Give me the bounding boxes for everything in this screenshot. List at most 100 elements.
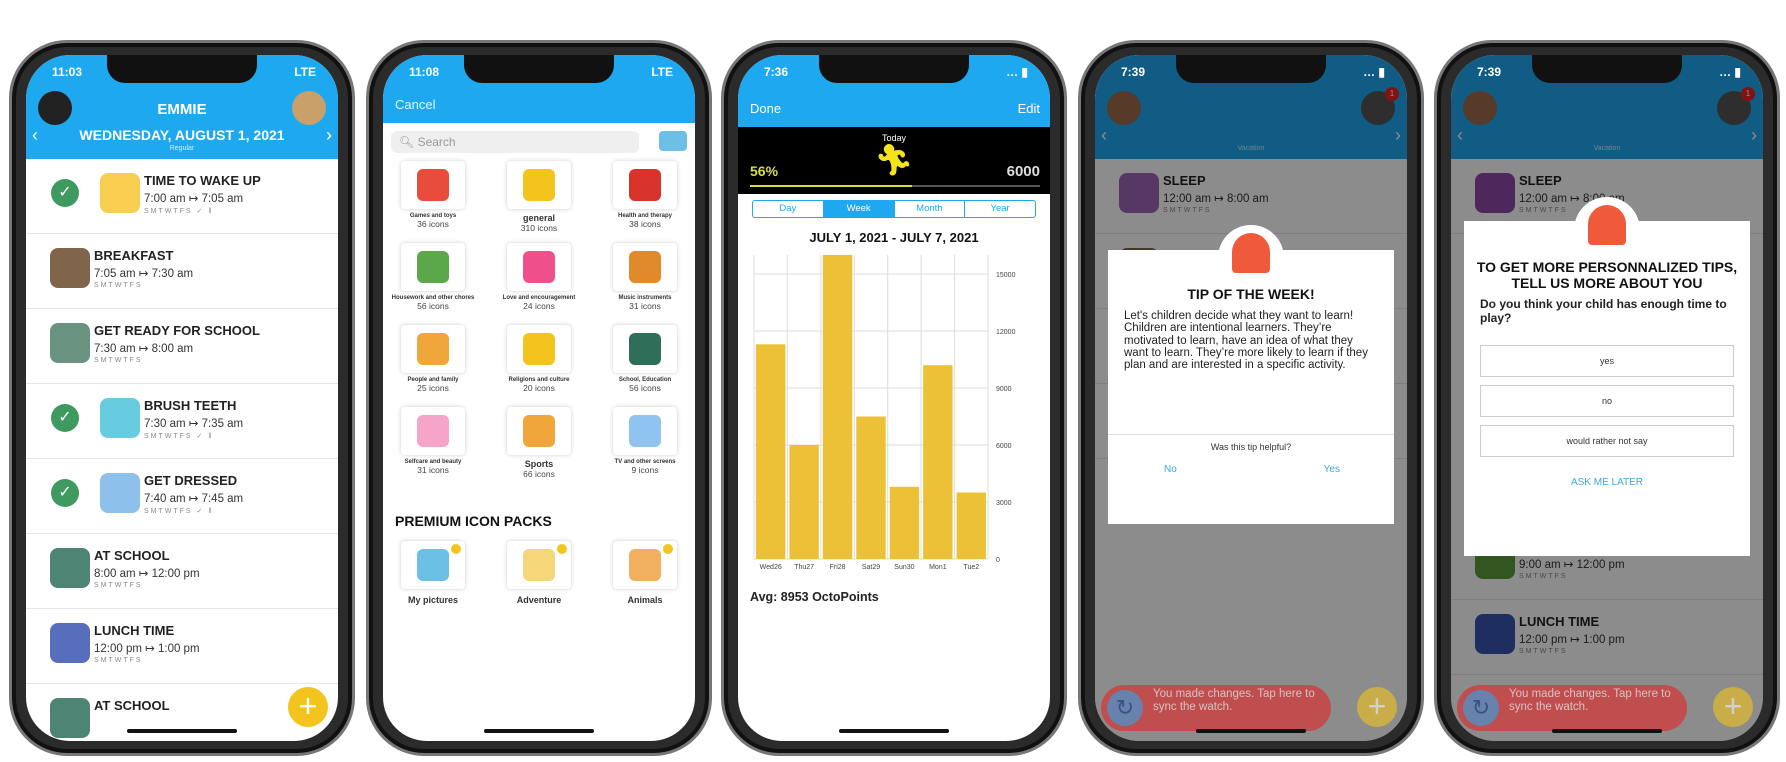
category-label: Games and toys 36 icons [383,213,483,229]
coin-icon [451,544,461,554]
category-label: TV and other screens 9 icons [595,459,695,475]
tab-week[interactable]: Week [823,201,895,217]
list-item[interactable]: LUNCH TIME 12:00 pm ↦ 1:00 pm SMTWTFS [26,609,338,684]
premium-pack-tile[interactable] [401,541,465,589]
progress-fill [750,185,913,187]
bucket-broom-icon [417,251,449,283]
premium-pack-tile[interactable] [613,541,677,589]
answer-option[interactable]: yes [1480,345,1734,377]
item-time: 7:05 am ↦ 7:30 am [94,268,194,280]
camera-icon[interactable] [659,131,687,151]
list-item[interactable]: AT SCHOOL 8:00 am ↦ 12:00 pm SMTWTFS [26,534,338,609]
tab-year[interactable]: Year [965,201,1035,217]
premium-pack-name: Animals [627,595,663,605]
divider [1108,434,1394,435]
category-count: 38 icons [629,219,661,229]
no-button[interactable]: No [1164,464,1177,475]
classroom-icon [629,333,661,365]
icon-category-tile[interactable] [401,161,465,209]
sync-watch-banner[interactable]: ↻ You made changes. Tap here to sync the … [1457,685,1687,731]
cancel-button[interactable]: Cancel [395,97,435,112]
done-button[interactable]: Done [750,101,781,116]
bar [889,486,920,559]
search-input[interactable]: 🔍︎ Search [391,131,639,153]
icon-category-tile[interactable] [401,243,465,291]
tip-dialog: TIP OF THE WEEK! Let's children decide w… [1108,250,1394,524]
icon-category-tile[interactable] [507,407,571,455]
classroom-icon [50,698,90,738]
list-item[interactable]: GET READY FOR SCHOOL 7:30 am ↦ 8:00 am SMT… [26,309,338,384]
y-tick-label: 6000 [996,443,1012,450]
item-days: SMTWTFS ✓ ‖ [144,208,214,215]
icon-category-tile[interactable] [401,407,465,455]
cereal-bowl-icon [50,248,90,288]
item-time: 7:30 am ↦ 8:00 am [94,343,194,355]
category-count: 36 icons [417,219,449,229]
tab-month[interactable]: Month [895,201,966,217]
item-days: SMTWTFS [94,357,143,364]
item-text: GET DRESSED 7:40 am ↦ 7:45 am SMTWTFS ✓ ‖ [144,473,243,515]
add-button[interactable]: + [288,687,328,727]
list-item[interactable]: ✓ TIME TO WAKE UP 7:00 am ↦ 7:05 am SMTWTFS… [26,159,338,234]
y-tick-label: 0 [996,557,1000,564]
next-day-button[interactable]: › [326,125,332,146]
add-button[interactable]: + [1357,687,1397,727]
category-label: School, Education 56 icons [595,377,695,393]
status-bar: 11:03 LTE [52,65,316,79]
category-count: 310 icons [520,223,558,233]
icon-category-tile[interactable] [401,325,465,373]
icon-category-tile[interactable] [507,325,571,373]
icon-category-tile[interactable] [507,161,571,209]
screen: 11:08 LTE Cancel 🔍︎ Search Games and toys… [383,55,695,741]
category-count: 20 icons [523,383,555,393]
icon-category-tile[interactable] [613,243,677,291]
check-icon[interactable]: ✓ [51,479,79,507]
tab-day[interactable]: Day [753,201,824,217]
sync-watch-banner[interactable]: ↻ You made changes. Tap here to sync the … [1101,685,1331,731]
survey-question: Do you think your child has enough time … [1480,297,1727,325]
period-tabs: Day Week Month Year [752,200,1036,218]
x-tick-label: Sat29 [862,564,880,571]
progress-percent: 56% [750,163,779,179]
check-icon[interactable]: ✓ [51,404,79,432]
premium-pack-tile[interactable] [507,541,571,589]
add-button[interactable]: + [1713,687,1753,727]
kids-walking-icon [50,323,90,363]
list-item[interactable]: ✓ BRUSH TEETH 7:30 am ↦ 7:35 am SMTWTFS ✓ ‖ [26,384,338,459]
signal-wifi-battery-icon: … ▮ [1719,65,1741,79]
list-item[interactable]: BREAKFAST 7:05 am ↦ 7:30 am SMTWTFS [26,234,338,309]
item-text: AT SCHOOL 8:00 am ↦ 12:00 pm SMTWTFS [94,548,200,589]
screen: 7:39… ▮ 1 ‹ › Vacation SLEEP 12:00 am ↦ 8… [1451,55,1763,741]
icon-category-tile[interactable] [613,161,677,209]
check-icon[interactable]: ✓ [51,179,79,207]
edit-button[interactable]: Edit [1018,101,1040,116]
answer-option[interactable]: would rather not say [1480,425,1734,457]
goal-value: 6000 [1006,163,1040,180]
item-title: LUNCH TIME [94,623,175,638]
item-days: SMTWTFS [94,282,143,289]
bar [756,344,786,559]
item-text: BRUSH TEETH 7:30 am ↦ 7:35 am SMTWTFS ✓ ‖ [144,398,243,440]
category-count: 31 icons [629,301,661,311]
camera-icon [417,549,449,581]
ask-later-button[interactable]: ASK ME LATER [1464,477,1750,488]
icon-category-tile[interactable] [507,243,571,291]
category-label: Selfcare and beauty 31 icons [383,459,483,475]
item-title: GET DRESSED [144,473,238,488]
list-item[interactable]: ✓ GET DRESSED 7:40 am ↦ 7:45 am SMTWTFS ✓ ‖ [26,459,338,534]
item-days: SMTWTFS [94,657,143,664]
status-bar: 11:08 LTE [409,65,673,79]
today-label: Today [881,133,907,143]
answer-option[interactable]: no [1480,385,1734,417]
category-label: Love and encouragement 24 icons [489,295,589,311]
category-label: Sports 66 icons [489,459,589,479]
item-days: SMTWTFS ✓ ‖ [144,433,214,440]
lightbulb-icon [100,173,140,213]
clock: 11:08 [409,65,440,79]
clock: 7:39 [1121,65,1146,79]
icon-category-tile[interactable] [613,407,677,455]
category-count: 24 icons [523,301,555,311]
yes-button[interactable]: Yes [1324,464,1340,475]
premium-pack-name: My pictures [407,595,458,605]
icon-category-tile[interactable] [613,325,677,373]
